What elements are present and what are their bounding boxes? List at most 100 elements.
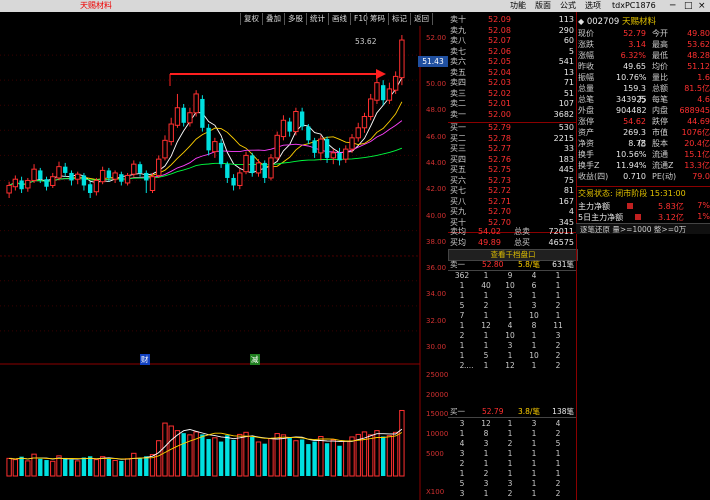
candle-body (312, 140, 317, 153)
volume-bar (255, 441, 262, 477)
sell-level-row[interactable]: 卖八 52.07 60 (450, 35, 576, 46)
queue-cell: 1 (531, 479, 537, 488)
menu-options[interactable]: 选项 (585, 0, 601, 12)
price-tick: 38.00 (426, 238, 447, 246)
volume-bar (330, 439, 336, 477)
price-tick: 48.00 (426, 106, 447, 114)
level-volume: 290 (558, 25, 574, 35)
buy-level-row[interactable]: 买六 52.73 75 (450, 175, 576, 186)
sell-level-row[interactable]: 卖七 52.06 5 (450, 46, 576, 57)
volume-bar (368, 434, 374, 477)
avg-sell-row: 卖均 54.02 总卖 72011 (450, 227, 574, 236)
queue-cell: 1 (555, 449, 561, 458)
candle-body (181, 107, 186, 123)
level-price: 52.70 (488, 207, 511, 216)
buy-level-row[interactable]: 买八 52.71 167 (450, 196, 576, 207)
btn-restore-rights[interactable]: 复权 (240, 13, 262, 25)
volume-bar (324, 443, 330, 476)
buy-level-row[interactable]: 买五 52.75 445 (450, 164, 576, 175)
sell-level-row[interactable]: 卖五 52.04 13 (450, 67, 576, 78)
queue-cell: 9 (507, 271, 513, 280)
buy-level-row[interactable]: 买四 52.76 183 (450, 154, 576, 165)
level-volume: 75 (563, 175, 574, 185)
btn-mark[interactable]: 标记 (388, 13, 410, 25)
btn-draw-line[interactable]: 画线 (328, 13, 350, 25)
level-volume: 51 (563, 88, 574, 98)
close-icon[interactable]: × (698, 0, 706, 12)
buy-level-row[interactable]: 买二 52.78 2215 (450, 133, 576, 144)
event-marker-financial[interactable]: 财 (140, 354, 150, 365)
sell-level-row[interactable]: 卖十 52.09 113 (450, 14, 576, 25)
level-price: 52.76 (488, 154, 511, 164)
stock-name: 天赐材料 (622, 17, 657, 27)
arrow-head-icon (376, 69, 386, 79)
volume-bar (156, 440, 162, 477)
menu-account[interactable]: tdxPC1876 (612, 0, 662, 12)
btn-overlay[interactable]: 叠加 (262, 13, 284, 25)
level-price: 52.00 (488, 109, 511, 119)
volume-bar (124, 458, 131, 477)
event-marker-reduce[interactable]: 减 (250, 354, 260, 365)
volume-bar (343, 440, 349, 477)
quote-row: 涨幅 6.32% 最低 48.28 (578, 51, 710, 60)
candle-body (31, 168, 37, 181)
queue-cell: 10 (505, 281, 515, 290)
volume-bar (168, 425, 174, 477)
volume-bar (12, 459, 19, 477)
menu-formula[interactable]: 公式 (560, 0, 576, 12)
maximize-icon[interactable]: □ (684, 0, 693, 12)
btn-statistics[interactable]: 统计 (306, 13, 328, 25)
buy-level-row[interactable]: 买七 52.72 81 (450, 185, 576, 196)
level-volume: 60 (563, 36, 574, 45)
menu-function[interactable]: 功能 (510, 0, 526, 12)
ma60-line (8, 147, 403, 186)
queue-cell: 1 (459, 469, 465, 478)
btn-chips[interactable]: 筹码 (366, 13, 388, 25)
buy-level-row[interactable]: 买一 52.79 530 (450, 122, 576, 133)
buy-level-row[interactable]: 买三 52.77 33 (450, 143, 576, 154)
tick-filter-bar[interactable]: 逐笔还原 量>=1000 整>=0万 (576, 223, 710, 234)
level-price: 52.79 (488, 123, 511, 132)
minimize-icon[interactable]: ─ (670, 0, 675, 12)
volume-bar (106, 458, 112, 476)
level-price: 52.05 (488, 57, 511, 66)
level-volume: 71 (563, 78, 574, 87)
level-label: 买四 (450, 154, 466, 164)
sell-level-row[interactable]: 卖一 52.00 3682 (450, 109, 576, 120)
quote-row: 总笔 343925 每笔 4.6 (578, 95, 710, 104)
queue-cell: 1 (531, 291, 537, 300)
buy-level-row[interactable]: 买九 52.70 4 (450, 206, 576, 217)
sell-level-row[interactable]: 卖九 52.08 290 (450, 25, 576, 36)
candle-body (218, 142, 224, 165)
quote-row: 净资 8.78 股本 20.4亿 (578, 139, 710, 148)
sell-level-row[interactable]: 卖三 52.02 51 (450, 88, 576, 99)
candle-body (93, 179, 100, 193)
sell-level-row[interactable]: 卖六 52.05 541 (450, 56, 576, 67)
btn-back[interactable]: 返回 (410, 13, 433, 25)
level-volume: 167 (558, 196, 574, 206)
volume-tick: 15000 (426, 410, 449, 418)
candle-body (99, 169, 106, 183)
volume-bar (99, 456, 106, 477)
sell-level-row[interactable]: 卖二 52.01 107 (450, 98, 576, 109)
volume-tick: 5000 (426, 450, 444, 458)
price-tick: 40.00 (426, 212, 447, 220)
btn-multi-stock[interactable]: 多股 (284, 13, 306, 25)
sell-level-row[interactable]: 卖四 52.03 71 (450, 77, 576, 88)
volume-bar (131, 452, 137, 477)
candle-body (361, 116, 368, 129)
queue-cell: 5 (555, 439, 561, 448)
level-label: 买八 (450, 196, 466, 206)
queue-cell: 2 (555, 429, 561, 438)
candle-body (149, 176, 156, 191)
candle-body (293, 111, 299, 133)
volume-bar (399, 409, 405, 477)
volume-tick: X100 (426, 488, 445, 496)
queue-cell: 2 (555, 351, 561, 360)
queue-cell: 7 (459, 311, 465, 320)
kline-chart[interactable] (0, 26, 448, 500)
candle-body (44, 179, 49, 187)
candle-body (318, 138, 324, 154)
candle-body (75, 173, 81, 180)
menu-layout[interactable]: 版面 (535, 0, 551, 12)
